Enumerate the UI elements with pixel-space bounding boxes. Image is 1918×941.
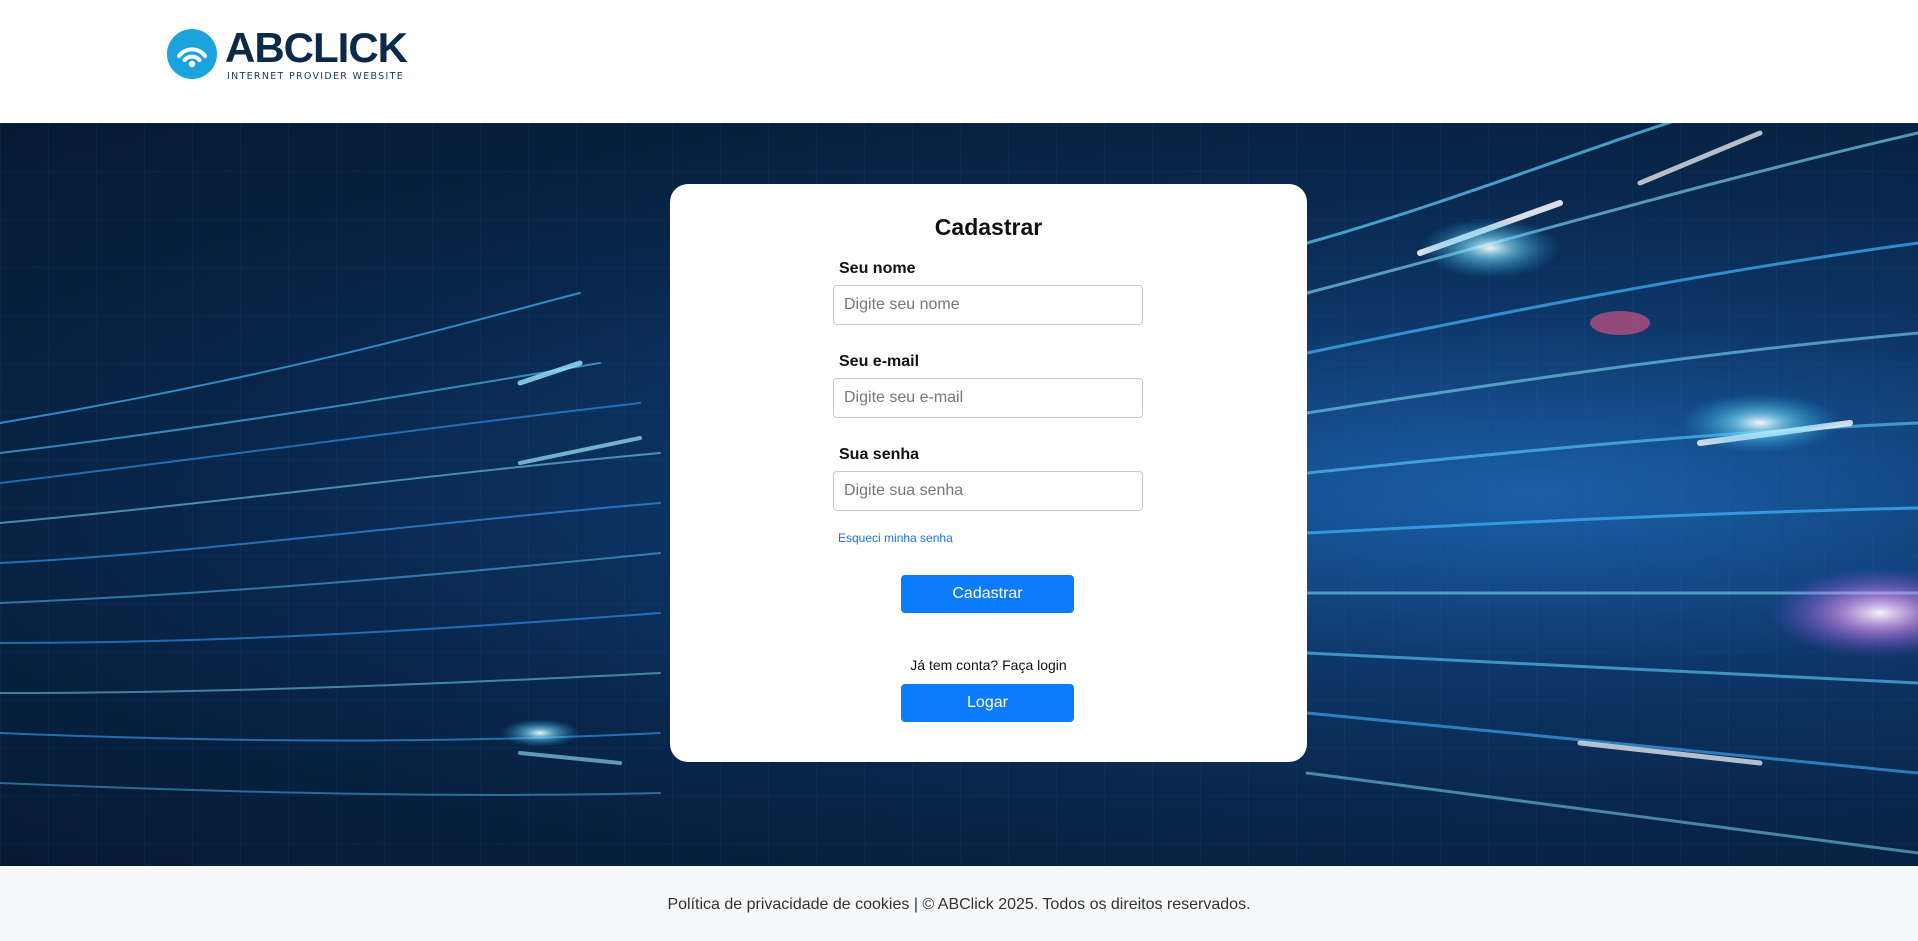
brand-wordmark: ABCLICK INTERNET PROVIDER WEBSITE [225, 23, 408, 82]
form-title: Cadastrar [934, 214, 1043, 240]
signup-button[interactable]: Cadastrar [901, 575, 1074, 613]
site-header: ABCLICK INTERNET PROVIDER WEBSITE [0, 0, 1918, 123]
password-label: Sua senha [839, 446, 920, 463]
login-button[interactable]: Logar [901, 684, 1074, 722]
signup-card: Cadastrar Seu nome Seu e-mail Sua senha … [670, 184, 1307, 762]
footer-copyright: Política de privacidade de cookies | © A… [667, 896, 1251, 913]
hero-background: Cadastrar Seu nome Seu e-mail Sua senha … [0, 123, 1918, 866]
forgot-password-link[interactable]: Esqueci minha senha [838, 531, 953, 545]
name-label: Seu nome [839, 260, 916, 277]
brand-tagline: INTERNET PROVIDER WEBSITE [227, 70, 405, 82]
brand-name-ab: AB [225, 23, 285, 71]
wifi-icon [167, 29, 217, 79]
email-label: Seu e-mail [839, 353, 920, 370]
site-footer: Política de privacidade de cookies | © A… [0, 866, 1918, 941]
brand-logo[interactable]: ABCLICK INTERNET PROVIDER WEBSITE [167, 26, 427, 82]
login-prompt: Já tem conta? Faça login [910, 657, 1067, 673]
brand-name-click: CLICK [283, 23, 408, 71]
email-input[interactable] [833, 378, 1143, 418]
name-input[interactable] [833, 285, 1143, 325]
brand-name: ABCLICK [225, 23, 408, 71]
password-input[interactable] [833, 471, 1143, 511]
